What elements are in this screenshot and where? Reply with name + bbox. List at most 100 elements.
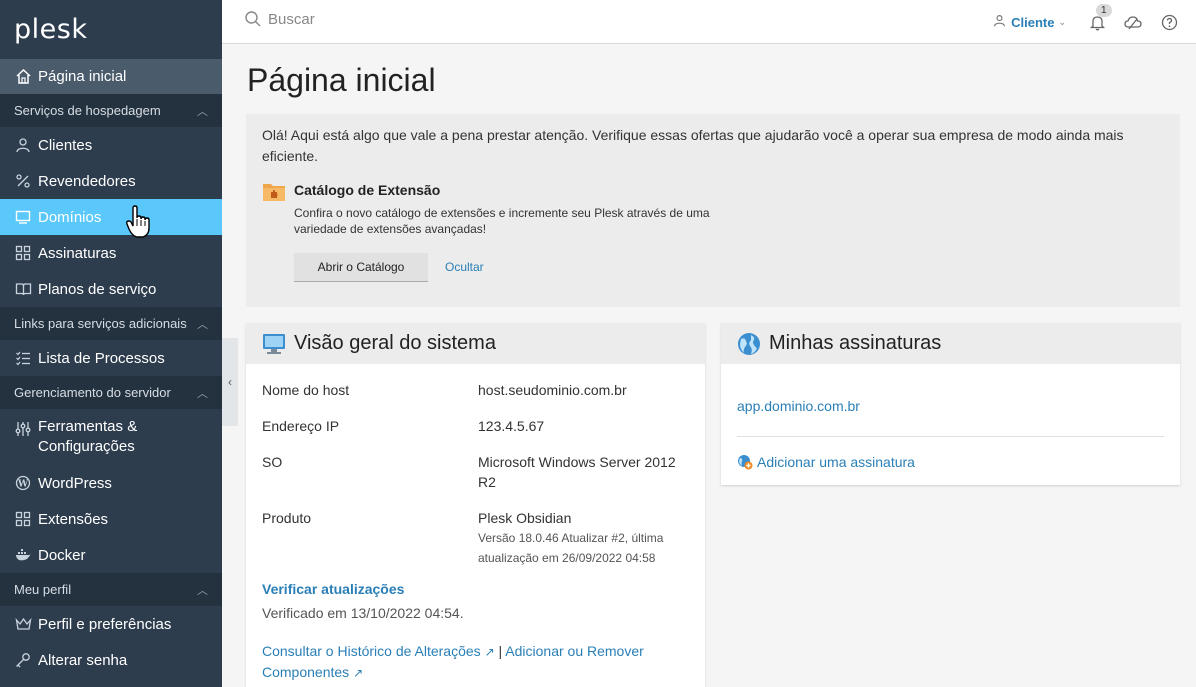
sidebar-item-label: Alterar senha [38,651,128,669]
product-block: Plesk Obsidian Versão 18.0.46 Atualizar … [478,508,693,568]
docker-icon [14,546,32,564]
sidebar: plesk Página inicial Serviços de hospeda… [0,0,222,687]
sidebar-item-extensions[interactable]: Extensões [0,501,222,537]
logo-text: plesk [14,14,88,45]
sidebar-item-processes[interactable]: Lista de Processos [0,340,222,376]
section-label: Meu perfil [14,582,72,597]
os-value: Microsoft Windows Server 2012 R2 [478,454,676,490]
divider [737,436,1164,437]
sidebar-item-label: Lista de Processos [38,349,165,367]
add-subscription-link[interactable]: Adicionar uma assinatura [737,454,915,470]
sidebar-item-label: Domínios [38,208,102,226]
sidebar-item-label-wrap: Ferramentas & Configurações [38,417,137,457]
system-overview-card: Visão geral do sistema Nome do host host… [246,323,705,687]
sidebar-item-label: Assinaturas [38,244,117,262]
section-my-profile[interactable]: Meu perfil ︿ [0,573,222,606]
search-input[interactable]: Buscar [268,11,315,28]
changelog-link-text: Consultar o Histórico de Alterações [262,643,481,659]
card-title: Minhas assinaturas [769,332,942,354]
add-globe-icon [737,454,753,470]
sidebar-item-clients[interactable]: Clientes [0,127,222,163]
client-menu[interactable]: Cliente ⌄ [993,14,1066,30]
checked-at-text: Verificado em 13/10/2022 04:54. [262,605,464,621]
external-link-icon: ↗ [484,645,495,659]
hide-link[interactable]: Ocultar [445,260,484,274]
product-label: Produto [262,510,312,526]
promo-text: Olá! Aqui está algo que vale a pena pres… [262,127,1124,164]
components-link-text-1: Adicionar ou Remover [505,643,644,659]
hostname-value: host.seudominio.com.br [478,382,627,398]
section-label: Links para serviços adicionais [14,316,187,331]
section-links[interactable]: Links para serviços adicionais ︿ [0,307,222,340]
help-icon [1161,14,1177,30]
changelog-link[interactable]: Consultar o Histórico de Alterações ↗ [262,643,495,659]
card-header: Visão geral do sistema [246,323,705,364]
section-label: Gerenciamento do servidor [14,385,171,400]
link-separator: | [498,643,503,659]
section-hosting[interactable]: Serviços de hospedagem ︿ [0,94,222,127]
book-icon [14,280,32,298]
page-title: Página inicial [247,62,436,98]
sidebar-item-label: Ferramentas & [38,418,138,435]
sidebar-collapse-toggle[interactable]: ‹ [222,338,238,426]
notifications-button[interactable]: 1 [1088,4,1112,31]
my-subscriptions-card: Minhas assinaturas app.dominio.com.br Ad… [721,323,1180,485]
sidebar-item-service-plans[interactable]: Planos de serviço [0,271,222,307]
card-title: Visão geral do sistema [294,332,496,354]
topbar-actions: Cliente ⌄ 1 [993,0,1196,44]
help-button[interactable] [1160,13,1178,31]
open-catalog-button[interactable]: Abrir o Catálogo [294,253,428,282]
home-icon [14,68,32,86]
cloud-icon [1124,15,1142,29]
sidebar-item-wordpress[interactable]: W WordPress [0,465,222,501]
globe-icon [737,332,761,356]
search-icon [245,11,261,27]
plesk-logo[interactable]: plesk [0,0,222,59]
sidebar-item-label: WordPress [38,474,112,492]
hand-cursor-icon [126,205,152,242]
sidebar-item-tools-settings[interactable]: Ferramentas & Configurações [0,409,222,465]
ip-value: 123.4.5.67 [478,418,545,434]
cloud-button[interactable] [1124,13,1142,31]
hostname-label: Nome do host [262,382,350,398]
chevron-down-icon: ⌄ [1058,16,1066,27]
list-icon [14,349,32,367]
topbar: Buscar Cliente ⌄ 1 [222,0,1196,44]
links-block: Consultar o Histórico de Alterações ↗ | … [262,641,692,683]
sidebar-item-subscriptions[interactable]: Assinaturas [0,235,222,271]
wordpress-icon: W [14,474,32,492]
version-line-2: atualização em 26/09/2022 04:58 [478,551,656,565]
key-icon [14,651,32,669]
sidebar-item-label: Revendedores [38,172,136,190]
section-label: Serviços de hospedagem [14,103,161,118]
sidebar-item-label: Perfil e preferências [38,615,172,633]
sidebar-item-label: Configurações [38,438,135,455]
sidebar-item-profile-preferences[interactable]: Perfil e preferências [0,606,222,642]
chevron-up-icon: ︿ [197,105,208,118]
card-header: Minhas assinaturas [721,323,1180,364]
user-icon [14,136,32,154]
sidebar-item-label: Docker [38,546,86,564]
chevron-up-icon: ︿ [197,584,208,597]
chevron-left-icon: ‹ [228,375,232,389]
chevron-up-icon: ︿ [197,318,208,331]
sidebar-item-docker[interactable]: Docker [0,537,222,573]
user-icon [993,14,1006,30]
product-value: Plesk Obsidian [478,510,572,526]
folder-extension-icon [262,181,286,206]
external-link-icon: ↗ [353,666,364,680]
check-updates-link[interactable]: Verificar atualizações [262,581,404,597]
sidebar-item-home[interactable]: Página inicial [0,59,222,94]
search-box[interactable]: Buscar [244,10,315,28]
sidebar-item-change-password[interactable]: Alterar senha [0,642,222,678]
sidebar-item-resellers[interactable]: Revendedores [0,163,222,199]
sidebar-item-label: Página inicial [38,68,127,85]
chevron-up-icon: ︿ [197,387,208,400]
sidebar-item-domains[interactable]: Domínios [0,199,222,235]
computer-icon [262,333,286,355]
sidebar-item-label: Planos de serviço [38,280,157,298]
grid-icon [14,244,32,262]
subscription-domain-link[interactable]: app.dominio.com.br [737,398,860,414]
promo-description: Confira o novo catálogo de extensões e i… [294,206,710,236]
section-server-management[interactable]: Gerenciamento do servidor ︿ [0,376,222,409]
